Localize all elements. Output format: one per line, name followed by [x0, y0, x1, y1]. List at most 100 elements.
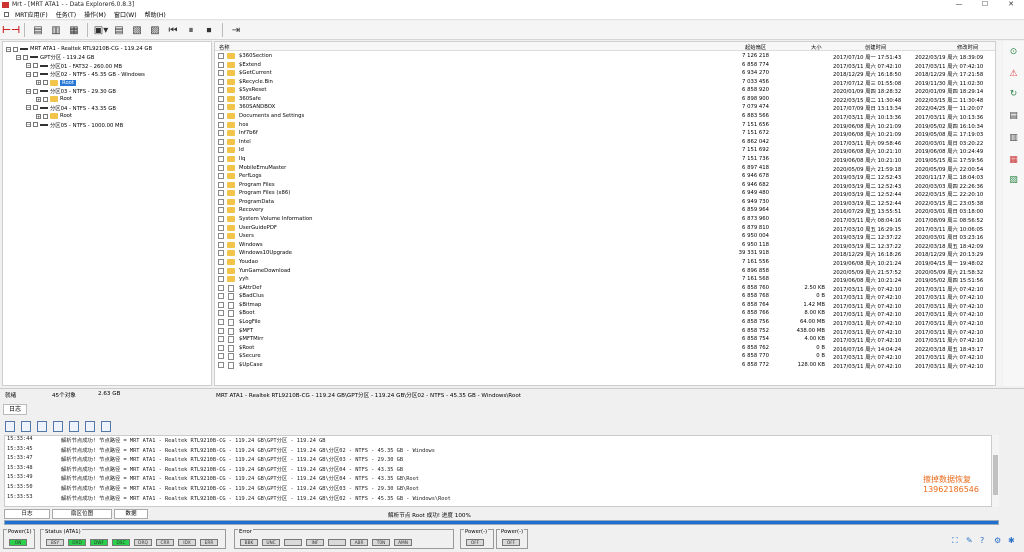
- expand-toggle-icon[interactable]: −: [26, 71, 31, 77]
- scan-icon[interactable]: ▨: [147, 22, 163, 38]
- file-row[interactable]: $MFTMirr 6 858 754 4.00 KB 2017/03/11 周六 07…: [215, 335, 995, 344]
- open-menu-icon[interactable]: ▣▾: [93, 22, 109, 38]
- file-row[interactable]: Youdao 7 161 556 2019/06/08 周六 10:21:24 201…: [215, 258, 995, 267]
- expand-toggle-icon[interactable]: +: [36, 96, 41, 102]
- file-row[interactable]: 360SANDBOX 7 079 474 2017/07/09 周日 13:13:3…: [215, 103, 995, 112]
- file-row[interactable]: Program Files (x86) 6 949 480 2019/03/19 周…: [215, 189, 995, 198]
- open-disk-icon[interactable]: ▤: [30, 22, 46, 38]
- help-icon[interactable]: ?: [980, 536, 984, 545]
- row-checkbox[interactable]: [218, 53, 224, 59]
- tree-checkbox[interactable]: [33, 122, 38, 128]
- expand-toggle-icon[interactable]: −: [16, 54, 21, 60]
- file-row[interactable]: Id 7 151 692 2019/06/08 周六 10:21:10 2019/06…: [215, 146, 995, 155]
- row-checkbox[interactable]: [218, 241, 224, 248]
- menu-mrt[interactable]: MRT应用(F): [11, 10, 52, 19]
- file-row[interactable]: Users 6 950 004 2019/03/19 周二 12:37:22 2020…: [215, 232, 995, 241]
- tab-log[interactable]: 日志: [3, 404, 27, 415]
- file-row[interactable]: Windows 6 950 118 2019/03/19 周二 12:37:22 20…: [215, 241, 995, 250]
- tree-checkbox[interactable]: [33, 63, 38, 69]
- log-clear-icon[interactable]: [53, 420, 63, 432]
- file-row[interactable]: System Volume Information 6 873 960 2017/0…: [215, 215, 995, 224]
- row-checkbox[interactable]: [218, 233, 224, 240]
- file-row[interactable]: $Secure 6 858 770 0 B 2017/03/11 周六 07:42:1…: [215, 352, 995, 361]
- file-row[interactable]: $GetCurrent 6 934 270 2018/12/29 周六 16:18:…: [215, 69, 995, 78]
- header-modified[interactable]: 修改时间: [957, 43, 978, 51]
- edit-icon[interactable]: ✎: [966, 536, 973, 545]
- tree-node[interactable]: − 分区03 - NTFS - 29.30 GB: [26, 87, 116, 95]
- tree-checkbox[interactable]: [13, 46, 18, 52]
- file-row[interactable]: $Recycle.Bin 7 033 456 2017/07/12 周三 01:55…: [215, 78, 995, 87]
- row-checkbox[interactable]: [218, 344, 224, 351]
- tree-node[interactable]: − 分区05 - NTFS - 1000.00 MB: [26, 121, 123, 129]
- gear-icon[interactable]: ⚙: [994, 536, 1001, 545]
- tree-checkbox[interactable]: [43, 80, 48, 86]
- tree-node[interactable]: + Root: [36, 79, 77, 87]
- row-checkbox[interactable]: [218, 61, 224, 68]
- file-row[interactable]: PerfLogs 6 946 678 2019/03/19 周二 12:52:43 2…: [215, 172, 995, 181]
- close-button[interactable]: ✕: [998, 0, 1024, 9]
- file-row[interactable]: $MFT 6 858 752 438.00 MB 2017/03/11 周六 07:4…: [215, 327, 995, 336]
- row-checkbox[interactable]: [218, 318, 224, 325]
- row-checkbox[interactable]: [218, 250, 224, 257]
- exit-icon[interactable]: ⇥: [228, 22, 244, 38]
- disk-connect-icon[interactable]: ⊢⊣: [2, 22, 20, 38]
- export-icon[interactable]: ▦: [66, 22, 82, 38]
- row-checkbox[interactable]: [218, 138, 224, 145]
- row-checkbox[interactable]: [218, 276, 224, 283]
- row-checkbox[interactable]: [218, 258, 224, 265]
- row-checkbox[interactable]: [218, 95, 224, 102]
- expand-toggle-icon[interactable]: −: [26, 105, 31, 111]
- menu-help[interactable]: 帮助(H): [141, 10, 170, 19]
- copy-icon[interactable]: ▧: [129, 22, 145, 38]
- file-row[interactable]: Program Files 6 946 682 2019/03/19 周二 12:5…: [215, 181, 995, 190]
- row-checkbox[interactable]: [218, 301, 224, 308]
- row-checkbox[interactable]: [218, 198, 224, 205]
- row-checkbox[interactable]: [218, 147, 224, 154]
- tree-checkbox[interactable]: [33, 71, 38, 77]
- row-checkbox[interactable]: [218, 310, 224, 317]
- row-checkbox[interactable]: [218, 104, 224, 111]
- file-row[interactable]: YunGameDownload 6 896 858 2020/05/09 周六 21…: [215, 267, 995, 276]
- file-row[interactable]: $Extend 6 858 774 2017/03/11 周六 07:42:10 20…: [215, 61, 995, 70]
- file-row[interactable]: $LogFile 6 858 756 64.00 MB 2017/03/11 周六 0…: [215, 318, 995, 327]
- file-row[interactable]: $AttrDef 6 858 760 2.50 KB 2017/03/11 周六 07…: [215, 284, 995, 293]
- file-row[interactable]: Recovery 6 859 964 2016/07/29 周五 13:55:51 2…: [215, 206, 995, 215]
- row-checkbox[interactable]: [218, 267, 224, 274]
- menu-window[interactable]: 窗口(W): [110, 10, 141, 19]
- file-row[interactable]: $Root 6 858 762 0 B 2016/07/16 周六 14:04:24 2…: [215, 344, 995, 353]
- document-icon[interactable]: ▤: [1008, 111, 1019, 122]
- tree-node[interactable]: − MRT ATA1 - Realtek RTL9210B-CG - 119.24…: [6, 45, 152, 53]
- expand-toggle-icon[interactable]: −: [26, 63, 31, 69]
- stop-icon[interactable]: ⏹: [201, 22, 217, 38]
- expand-toggle-icon[interactable]: +: [36, 80, 41, 86]
- warning-icon[interactable]: ⚠: [1008, 69, 1019, 80]
- log-save-icon[interactable]: [5, 420, 15, 432]
- file-row[interactable]: Windows10Upgrade 39 331 918 2018/12/29 周六 …: [215, 249, 995, 258]
- header-size[interactable]: 大小: [811, 43, 822, 51]
- tab-sector-bitmap[interactable]: 扇区位图: [52, 509, 112, 519]
- log-copy-icon[interactable]: [21, 420, 31, 432]
- row-checkbox[interactable]: [218, 130, 224, 137]
- file-row[interactable]: Intel 6 862 042 2017/03/11 周六 09:58:46 2020…: [215, 138, 995, 147]
- pin-icon[interactable]: ⊙: [1008, 47, 1019, 58]
- tree-node[interactable]: − 分区02 - NTFS - 45.35 GB - Windows: [26, 70, 145, 78]
- row-checkbox[interactable]: [218, 216, 224, 223]
- file-row[interactable]: llq 7 151 736 2019/06/08 周六 10:21:10 2019/0…: [215, 155, 995, 164]
- tree-node[interactable]: − 分区04 - NTFS - 43.35 GB: [26, 104, 116, 112]
- tree-checkbox[interactable]: [43, 96, 48, 102]
- row-checkbox[interactable]: [218, 293, 224, 300]
- expand-toggle-icon[interactable]: −: [26, 88, 31, 94]
- row-checkbox[interactable]: [218, 361, 224, 368]
- tree-node[interactable]: − 分区01 - FAT32 - 260.00 MB: [26, 62, 122, 70]
- export-file-icon[interactable]: ▧: [1008, 175, 1019, 186]
- expand-toggle-icon[interactable]: −: [26, 122, 31, 128]
- log-scroll-thumb[interactable]: [993, 455, 998, 495]
- refresh-icon[interactable]: ↻: [1008, 89, 1019, 100]
- tree-checkbox[interactable]: [33, 88, 38, 94]
- row-checkbox[interactable]: [218, 284, 224, 291]
- row-checkbox[interactable]: [218, 121, 224, 128]
- row-checkbox[interactable]: [218, 207, 224, 214]
- row-checkbox[interactable]: [218, 87, 224, 94]
- report-icon[interactable]: ▤: [111, 22, 127, 38]
- row-checkbox[interactable]: [218, 353, 224, 360]
